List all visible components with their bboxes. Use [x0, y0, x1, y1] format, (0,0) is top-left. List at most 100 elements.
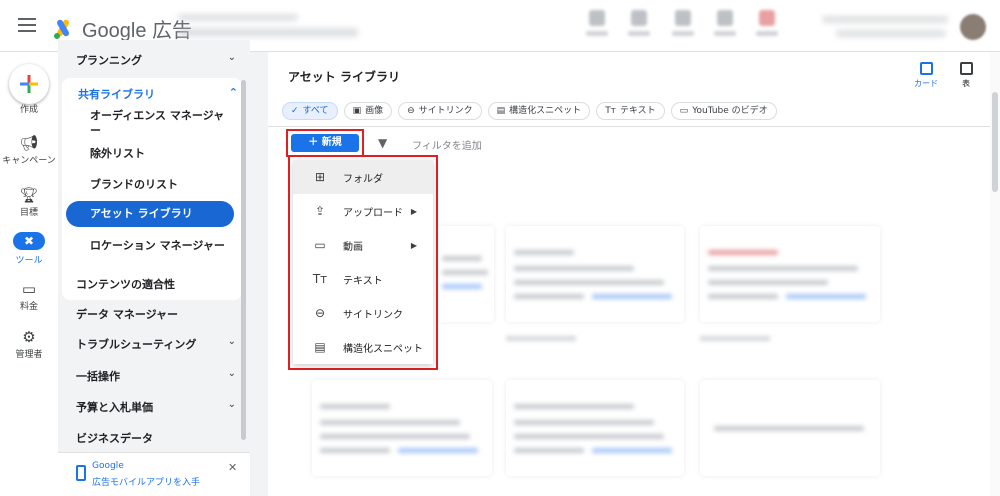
- nav-item-label: データ マネージャー: [76, 308, 179, 321]
- main-scrollbar[interactable]: [990, 52, 1000, 496]
- chip-label: すべて: [302, 106, 329, 116]
- document-icon: ▤: [496, 106, 506, 116]
- nav-scrollbar[interactable]: [241, 80, 246, 440]
- nav-item-bulk-actions[interactable]: 一括操作 ⌄: [76, 368, 236, 384]
- view-table-label: 表: [962, 79, 970, 88]
- asset-card[interactable]: [438, 226, 494, 322]
- avatar[interactable]: [960, 14, 986, 40]
- chip-images[interactable]: ▣ 画像: [343, 102, 393, 120]
- chevron-down-icon: ⌄: [227, 336, 236, 347]
- asset-card[interactable]: [506, 226, 684, 322]
- close-icon[interactable]: ✕: [228, 461, 237, 474]
- menu-item-text[interactable]: Tт テキスト: [293, 262, 433, 296]
- divider: [268, 126, 1000, 127]
- asset-card[interactable]: [312, 380, 492, 476]
- nav-item-shared-library[interactable]: 共有ライブラリ ⌃: [78, 86, 238, 102]
- text-icon: Tт: [312, 272, 328, 286]
- folder-add-icon: ⊞: [314, 170, 326, 184]
- grid-view-icon: [919, 62, 933, 75]
- menu-item-sitelink[interactable]: ⊖ サイトリンク: [293, 296, 433, 330]
- chevron-right-icon: ▶: [410, 206, 417, 216]
- view-table-toggle[interactable]: 表: [948, 62, 984, 89]
- page-title: アセット ライブラリ: [288, 70, 400, 84]
- rail-item-label: 管理者: [15, 350, 43, 360]
- nav-item-label: プランニング: [76, 54, 142, 67]
- new-menu-highlight: ⊞ フォルダ ⇪ アップロード ▶ ▭ 動画 ▶ Tт テキスト ⊖ サイトリン…: [288, 155, 438, 370]
- create-button[interactable]: [9, 64, 49, 104]
- video-icon: ▭: [679, 106, 689, 116]
- account-header-blurred: [178, 14, 298, 21]
- appearance-icon[interactable]: [672, 10, 694, 40]
- nav-item-budgets-bidding[interactable]: 予算と入札単価 ⌄: [76, 399, 236, 415]
- shared-library-section: 共有ライブラリ ⌃ オーディエンス マネージャー 除外リスト ブランドのリスト …: [62, 78, 242, 300]
- chip-structured-snippets[interactable]: ▤ 構造化スニペット: [487, 102, 591, 120]
- trophy-icon: 🏆︎: [19, 186, 39, 204]
- chip-label: 画像: [365, 106, 384, 116]
- rail-item-admin[interactable]: ⚙ 管理者: [0, 328, 58, 360]
- phone-icon: [76, 465, 86, 481]
- google-ads-logo[interactable]: Google 広告: [52, 14, 192, 43]
- nav-item-troubleshooting[interactable]: トラブルシューティング ⌄: [76, 336, 236, 352]
- check-icon: ✓: [291, 106, 299, 116]
- nav-item-data-manager[interactable]: データ マネージャー: [76, 306, 236, 322]
- nav-item-label: 一括操作: [76, 370, 120, 383]
- asset-card[interactable]: [700, 380, 880, 476]
- asset-card-caption: [506, 336, 576, 341]
- scrollbar-thumb[interactable]: [992, 92, 998, 192]
- wrench-icon: ✖: [13, 232, 45, 250]
- view-card-toggle[interactable]: カード: [908, 62, 944, 89]
- notifications-icon[interactable]: [756, 10, 778, 40]
- chevron-right-icon: ▶: [410, 240, 417, 250]
- menu-item-label: サイトリンク: [343, 309, 403, 321]
- new-button[interactable]: ＋ 新規: [291, 134, 359, 152]
- menu-icon[interactable]: [18, 18, 36, 32]
- menu-item-folder[interactable]: ⊞ フォルダ: [293, 160, 433, 194]
- search-icon[interactable]: [586, 10, 608, 40]
- rail-item-billing[interactable]: ▭ 料金: [0, 280, 58, 312]
- nav-subitem-asset-library[interactable]: アセット ライブラリ: [66, 201, 234, 227]
- nav-subitem-brand-lists[interactable]: ブランドのリスト: [90, 177, 230, 192]
- nav-item-content-suitability[interactable]: コンテンツの適合性: [76, 276, 236, 292]
- rail-item-tools[interactable]: ✖ ツール: [0, 232, 58, 266]
- new-button-highlight: ＋ 新規: [286, 129, 364, 157]
- nav-item-label: トラブルシューティング: [76, 338, 197, 351]
- asset-card-caption: [700, 336, 770, 341]
- menu-item-structured-snippet[interactable]: ▤ 構造化スニペット: [293, 330, 433, 364]
- chip-text[interactable]: Tт テキスト: [596, 102, 665, 120]
- menu-item-label: テキスト: [343, 275, 383, 287]
- nav-item-business-data[interactable]: ビジネスデータ: [76, 430, 236, 446]
- menu-item-upload[interactable]: ⇪ アップロード ▶: [293, 194, 433, 228]
- nav-item-planning[interactable]: プランニング ⌄: [76, 52, 236, 68]
- reports-icon[interactable]: [628, 10, 650, 40]
- link-icon: ⊖: [314, 306, 326, 320]
- asset-card[interactable]: [700, 226, 880, 322]
- rail-item-goals[interactable]: 🏆︎ 目標: [0, 186, 58, 218]
- chevron-up-icon: ⌃: [228, 86, 238, 99]
- filter-input[interactable]: フィルタを追加: [412, 137, 482, 152]
- plus-icon: [20, 75, 38, 93]
- account-name-blurred: [178, 28, 358, 37]
- filter-icon[interactable]: ▼: [378, 136, 387, 150]
- mobile-app-promo[interactable]: Google 広告モバイルアプリを入手 ✕: [58, 452, 250, 496]
- tools-navigation: プランニング ⌄ 共有ライブラリ ⌃ オーディエンス マネージャー 除外リスト …: [58, 40, 250, 496]
- rail-item-label: 目標: [19, 208, 38, 218]
- menu-item-video[interactable]: ▭ 動画 ▶: [293, 228, 433, 262]
- rail-item-campaigns[interactable]: 📢︎ キャンペーン: [0, 134, 58, 166]
- nav-subitem-audience-manager[interactable]: オーディエンス マネージャー: [90, 108, 230, 138]
- chip-youtube-videos[interactable]: ▭ YouTube のビデオ: [670, 102, 777, 120]
- rail-item-label: キャンペーン: [2, 156, 56, 166]
- nav-subitem-exclusion-lists[interactable]: 除外リスト: [90, 146, 230, 161]
- chevron-down-icon: ⌄: [227, 399, 236, 410]
- chip-all[interactable]: ✓ すべて: [282, 102, 338, 120]
- chip-label: YouTube のビデオ: [692, 106, 768, 116]
- rail-item-label: ツール: [15, 256, 43, 266]
- link-icon: ⊖: [407, 106, 415, 116]
- nav-subitem-location-manager[interactable]: ロケーション マネージャー: [90, 238, 230, 253]
- account-id-blurred: [836, 30, 946, 37]
- video-icon: ▭: [314, 238, 326, 252]
- text-icon: Tт: [605, 106, 616, 116]
- help-icon[interactable]: [714, 10, 736, 40]
- chip-sitelinks[interactable]: ⊖ サイトリンク: [398, 102, 482, 120]
- chip-label: 構造化スニペット: [509, 106, 582, 116]
- asset-card[interactable]: [506, 380, 684, 476]
